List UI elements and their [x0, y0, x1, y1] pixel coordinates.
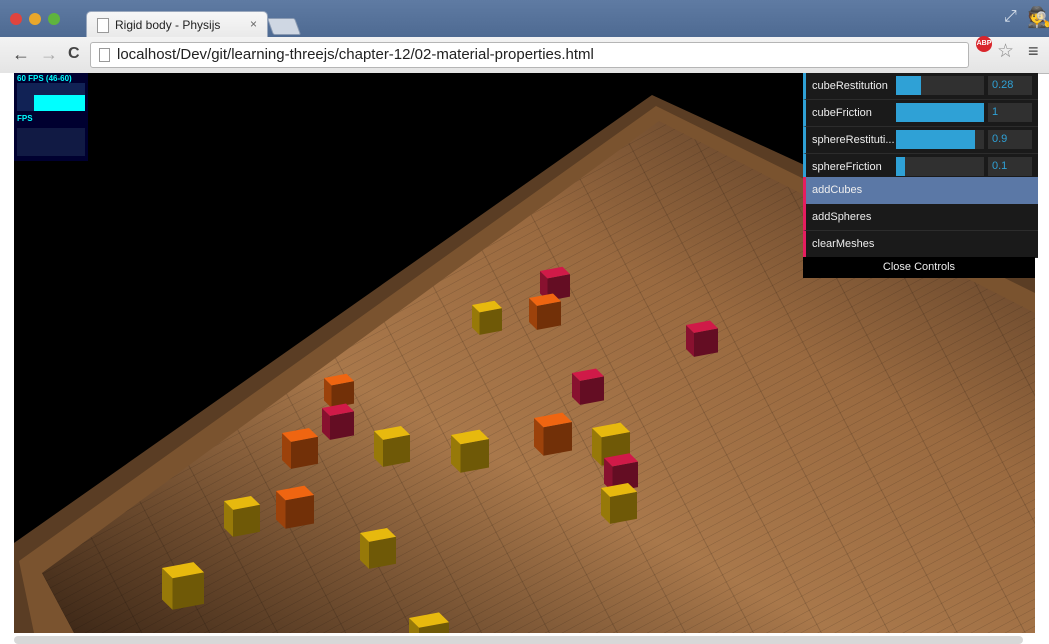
page-icon: [99, 48, 110, 62]
function-label: addCubes: [812, 184, 863, 196]
cube-8: [282, 427, 318, 469]
tab-title: Rigid body - Physijs: [115, 18, 221, 32]
cube-restitution-slider[interactable]: [896, 76, 984, 95]
url-text[interactable]: localhost/Dev/git/learning-threejs/chapt…: [117, 46, 594, 63]
cube-19: [409, 612, 449, 633]
reload-button[interactable]: C: [68, 45, 80, 63]
fullscreen-icon[interactable]: ⤢: [1004, 8, 1017, 26]
controller-label: cubeFriction: [812, 107, 872, 119]
cube-18: [162, 562, 204, 610]
sphere-friction-slider[interactable]: [896, 157, 984, 176]
add-cubes-button[interactable]: addCubes: [803, 177, 1038, 205]
sphere-friction-input[interactable]: 0.1: [988, 157, 1032, 176]
minimize-window-button[interactable]: [29, 13, 41, 25]
browser-toolbar: ← → C localhost/Dev/git/learning-threejs…: [0, 36, 1049, 74]
stats-graph-secondary: [17, 128, 85, 156]
controller-cube-friction[interactable]: cubeFriction 1: [803, 100, 1038, 127]
bookmark-star-icon[interactable]: ☆: [997, 40, 1014, 63]
stats-mode-label: FPS: [17, 114, 33, 123]
stats-panel[interactable]: 60 FPS (46-60) FPS: [14, 73, 88, 161]
controller-cube-restitution[interactable]: cubeRestitution 0.28: [803, 73, 1038, 100]
fps-graph-fill: [34, 95, 85, 111]
back-button[interactable]: ←: [12, 44, 30, 65]
cube-10: [451, 429, 489, 473]
slider-fill: [896, 130, 975, 149]
slider-fill: [896, 76, 921, 95]
browser-tab[interactable]: Rigid body - Physijs ×: [86, 11, 268, 38]
cube-7: [322, 403, 354, 440]
cube-4: [686, 320, 718, 357]
horizontal-scrollbar[interactable]: [14, 636, 1023, 644]
page-icon: [97, 18, 109, 33]
clear-meshes-button[interactable]: clearMeshes: [803, 231, 1038, 258]
sphere-restitution-input[interactable]: 0.9: [988, 130, 1032, 149]
cube-6: [324, 373, 354, 408]
tab-close-button[interactable]: ×: [250, 17, 257, 31]
cube-15: [276, 485, 314, 529]
adblock-icon[interactable]: ABP: [976, 36, 992, 52]
new-tab-button[interactable]: [266, 18, 302, 35]
page-margin-left: [0, 73, 14, 644]
fps-graph: [17, 83, 85, 111]
cube-restitution-input[interactable]: 0.28: [988, 76, 1032, 95]
fps-readout: 60 FPS (46-60): [17, 74, 72, 83]
close-controls-button[interactable]: Close Controls: [803, 257, 1035, 278]
forward-button[interactable]: →: [40, 44, 58, 65]
browser-titlebar: Rigid body - Physijs × ⤢ 🕵: [0, 0, 1049, 38]
sphere-restitution-slider[interactable]: [896, 130, 984, 149]
cube-11: [534, 412, 572, 456]
add-spheres-button[interactable]: addSpheres: [803, 204, 1038, 231]
close-window-button[interactable]: [10, 13, 22, 25]
controls-panel: cubeRestitution 0.28 cubeFriction 1 sphe…: [803, 73, 1038, 278]
controller-label: cubeRestitution: [812, 80, 888, 92]
cube-2: [529, 293, 561, 330]
function-label: addSpheres: [812, 211, 872, 223]
slider-fill: [896, 157, 905, 176]
cube-16: [224, 495, 260, 537]
cube-14: [601, 482, 637, 524]
cube-friction-slider[interactable]: [896, 103, 984, 122]
cube-9: [374, 425, 410, 467]
menu-icon[interactable]: ≡: [1028, 41, 1039, 62]
controller-label: sphereRestituti...: [812, 134, 895, 146]
function-label: clearMeshes: [812, 238, 875, 250]
slider-fill: [896, 103, 984, 122]
cube-3: [472, 300, 502, 335]
maximize-window-button[interactable]: [48, 13, 60, 25]
cube-5: [572, 368, 604, 405]
cube-17: [360, 527, 396, 569]
controller-sphere-restitution[interactable]: sphereRestituti... 0.9: [803, 127, 1038, 154]
address-bar[interactable]: localhost/Dev/git/learning-threejs/chapt…: [90, 42, 969, 68]
incognito-icon: 🕵: [1027, 7, 1049, 29]
controller-label: sphereFriction: [812, 161, 882, 173]
cube-friction-input[interactable]: 1: [988, 103, 1032, 122]
